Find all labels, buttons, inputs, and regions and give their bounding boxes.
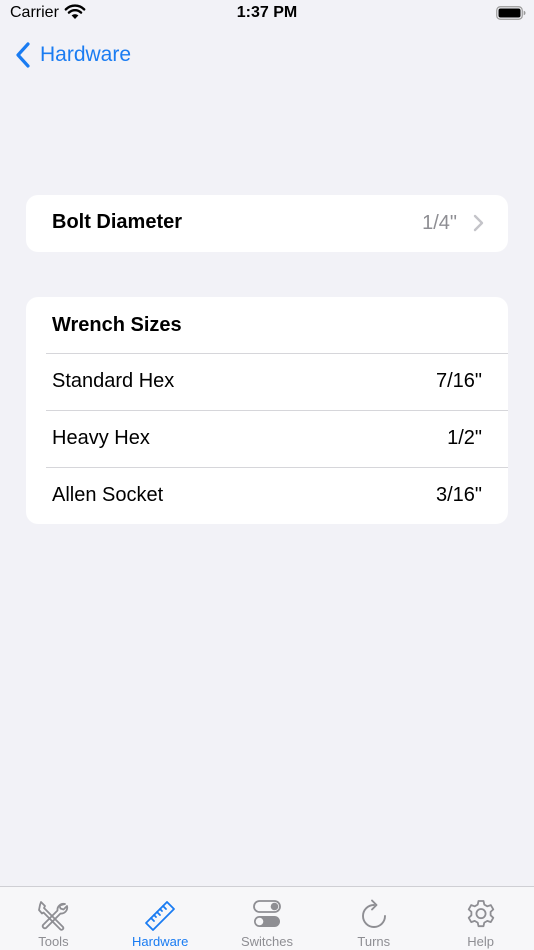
screen: Carrier 1:37 PM Hardware Bolt Diameter 1… bbox=[0, 0, 534, 950]
wrench-name: Standard Hex bbox=[52, 370, 175, 392]
tab-label: Help bbox=[467, 934, 494, 949]
wrench-name: Allen Socket bbox=[52, 484, 164, 506]
tab-turns[interactable]: Turns bbox=[320, 887, 427, 950]
tab-label: Tools bbox=[38, 934, 69, 949]
status-time: 1:37 PM bbox=[236, 4, 298, 21]
bolt-diameter-value: 1/4" bbox=[422, 212, 457, 234]
wrench-size: 1/2" bbox=[447, 427, 482, 449]
status-bar: Carrier 1:37 PM bbox=[0, 0, 534, 28]
tab-help[interactable]: Help bbox=[427, 887, 534, 950]
tab-hardware[interactable]: Hardware bbox=[107, 887, 214, 950]
tab-label: Hardware bbox=[132, 934, 189, 949]
bolt-diameter-label: Bolt Diameter bbox=[52, 211, 183, 233]
chevron-left-icon bbox=[16, 42, 30, 68]
back-button-label: Hardware bbox=[40, 43, 132, 66]
wrench-sizes-header: Wrench Sizes bbox=[52, 314, 182, 336]
tab-tools[interactable]: Tools bbox=[0, 887, 107, 950]
wrench-size: 3/16" bbox=[435, 484, 482, 506]
gear-icon bbox=[467, 900, 494, 928]
wrench-name: Heavy Hex bbox=[52, 427, 150, 449]
tab-bar: Tools Hardware Switches Turns Help bbox=[0, 886, 534, 950]
wrench-row-allen-socket: Allen Socket 3/16" bbox=[26, 467, 508, 524]
wrench-row-standard-hex: Standard Hex 7/16" bbox=[26, 353, 508, 410]
wrench-sizes-card: Wrench Sizes Standard Hex 7/16" Heavy He… bbox=[26, 297, 508, 524]
wrench-size: 7/16" bbox=[435, 370, 482, 392]
switches-icon bbox=[253, 900, 281, 927]
row-divider bbox=[46, 410, 508, 411]
tools-icon bbox=[38, 901, 69, 931]
tab-label: Switches bbox=[240, 934, 293, 949]
tab-label: Turns bbox=[357, 934, 391, 949]
chevron-right-icon bbox=[473, 214, 484, 232]
ruler-icon bbox=[145, 901, 176, 931]
bolt-diameter-card: Bolt Diameter 1/4" bbox=[26, 195, 508, 252]
bolt-diameter-row[interactable]: Bolt Diameter 1/4" bbox=[26, 195, 508, 252]
back-button[interactable]: Hardware bbox=[14, 38, 131, 72]
row-divider bbox=[46, 353, 508, 354]
row-divider bbox=[46, 467, 508, 468]
tab-switches[interactable]: Switches bbox=[214, 887, 321, 950]
battery-icon bbox=[496, 6, 526, 20]
rotate-icon bbox=[361, 899, 386, 928]
wrench-row-heavy-hex: Heavy Hex 1/2" bbox=[26, 410, 508, 467]
